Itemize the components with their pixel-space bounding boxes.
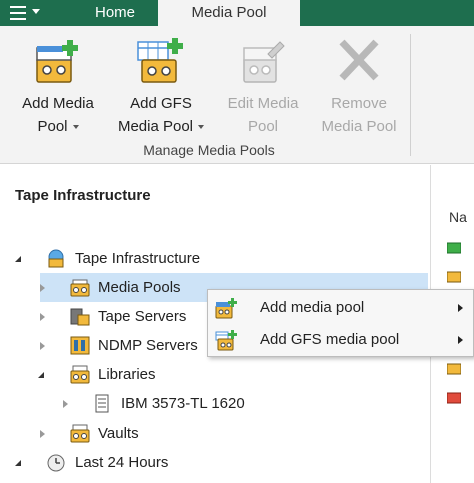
submenu-arrow-icon bbox=[458, 336, 463, 344]
context-menu-label: Add GFS media pool bbox=[260, 331, 400, 348]
edit-media-pool-icon bbox=[238, 36, 288, 88]
add-gfs-media-pool-label-2: Media Pool bbox=[117, 118, 194, 135]
edit-media-pool-label-1: Edit Media bbox=[227, 95, 299, 112]
expand-arrow-icon[interactable] bbox=[40, 430, 45, 438]
submenu-arrow-icon bbox=[458, 304, 463, 312]
context-menu-add-media-pool[interactable]: Add media pool bbox=[208, 292, 473, 323]
add-media-pool-label-1: Add Media bbox=[22, 95, 94, 112]
context-menu-add-gfs-media-pool[interactable]: Add GFS media pool bbox=[208, 324, 473, 355]
hamburger-menu-icon bbox=[10, 6, 26, 20]
column-header-name[interactable]: Na bbox=[449, 209, 467, 225]
tree-item-label: IBM 3573-TL 1620 bbox=[121, 395, 245, 412]
media-pool-icon bbox=[446, 361, 462, 375]
vaults-icon bbox=[70, 424, 90, 443]
expand-arrow-icon[interactable] bbox=[15, 460, 21, 466]
context-menu: Add media pool Add GFS media pool bbox=[207, 289, 474, 357]
context-menu-label: Add media pool bbox=[260, 299, 365, 316]
tape-library-icon bbox=[92, 394, 112, 413]
media-pools-icon bbox=[70, 278, 90, 297]
expand-arrow-icon[interactable] bbox=[38, 372, 44, 378]
edit-media-pool-label-2: Pool bbox=[247, 118, 279, 135]
tree-item-label: Tape Infrastructure bbox=[75, 250, 201, 267]
ribbon-separator bbox=[410, 34, 411, 156]
add-media-pool-button[interactable]: Add Media Pool bbox=[8, 36, 108, 138]
chevron-down-icon bbox=[198, 125, 205, 130]
ribbon-group-label: Manage Media Pools bbox=[143, 142, 275, 158]
tree-item-label: Media Pools bbox=[98, 279, 181, 296]
add-media-pool-icon bbox=[33, 36, 83, 88]
remove-media-pool-button[interactable]: Remove Media Pool bbox=[308, 36, 410, 138]
expand-arrow-icon[interactable] bbox=[15, 256, 21, 262]
title-bar: Home Media Pool bbox=[0, 0, 474, 26]
add-media-pool-label-2: Pool bbox=[37, 118, 68, 135]
tape-infrastructure-icon bbox=[46, 249, 66, 268]
chevron-down-icon bbox=[72, 125, 79, 130]
expand-arrow-icon[interactable] bbox=[40, 342, 45, 350]
tree-item-libraries[interactable]: Libraries bbox=[0, 360, 430, 389]
add-gfs-media-pool-icon bbox=[136, 36, 186, 88]
add-gfs-media-pool-icon bbox=[215, 329, 237, 351]
tree-item-tape-infrastructure[interactable]: Tape Infrastructure bbox=[0, 244, 430, 273]
tree-item-last-24-hours[interactable]: Last 24 Hours bbox=[0, 448, 430, 477]
chevron-down-icon bbox=[32, 9, 40, 14]
libraries-icon bbox=[70, 365, 90, 384]
media-pool-icon bbox=[446, 269, 462, 283]
expand-arrow-icon[interactable] bbox=[40, 284, 45, 292]
remove-media-pool-label-2: Media Pool bbox=[321, 118, 397, 135]
add-media-pool-icon bbox=[215, 297, 237, 319]
tape-servers-icon bbox=[70, 307, 90, 326]
add-gfs-media-pool-button[interactable]: Add GFS Media Pool bbox=[106, 36, 216, 138]
expand-arrow-icon[interactable] bbox=[63, 400, 68, 408]
ndmp-servers-icon bbox=[70, 336, 90, 355]
tree-item-label: Libraries bbox=[98, 366, 156, 383]
last-24-hours-icon bbox=[46, 453, 66, 472]
tree-item-label: NDMP Servers bbox=[98, 337, 198, 354]
tree-item-vaults[interactable]: Vaults bbox=[0, 419, 430, 448]
edit-media-pool-button[interactable]: Edit Media Pool bbox=[216, 36, 310, 138]
remove-icon bbox=[334, 36, 384, 88]
tab-home[interactable]: Home bbox=[72, 0, 158, 26]
tree-item-ibm-library[interactable]: IBM 3573-TL 1620 bbox=[0, 389, 430, 418]
tree-item-label: Last 24 Hours bbox=[75, 454, 169, 471]
add-gfs-media-pool-label-1: Add GFS bbox=[130, 95, 192, 112]
tree-item-label: Tape Servers bbox=[98, 308, 187, 325]
pane-title: Tape Infrastructure bbox=[15, 187, 151, 204]
remove-media-pool-label-1: Remove bbox=[331, 95, 387, 112]
tree-item-label: Vaults bbox=[98, 425, 139, 442]
expand-arrow-icon[interactable] bbox=[40, 313, 45, 321]
ribbon: Add Media Pool Add GFS Media Pool Edit M… bbox=[0, 26, 474, 164]
media-pool-icon bbox=[446, 240, 462, 254]
main-menu-button[interactable] bbox=[0, 0, 54, 26]
media-pool-icon bbox=[446, 390, 462, 404]
tab-media-pool[interactable]: Media Pool bbox=[158, 0, 300, 26]
